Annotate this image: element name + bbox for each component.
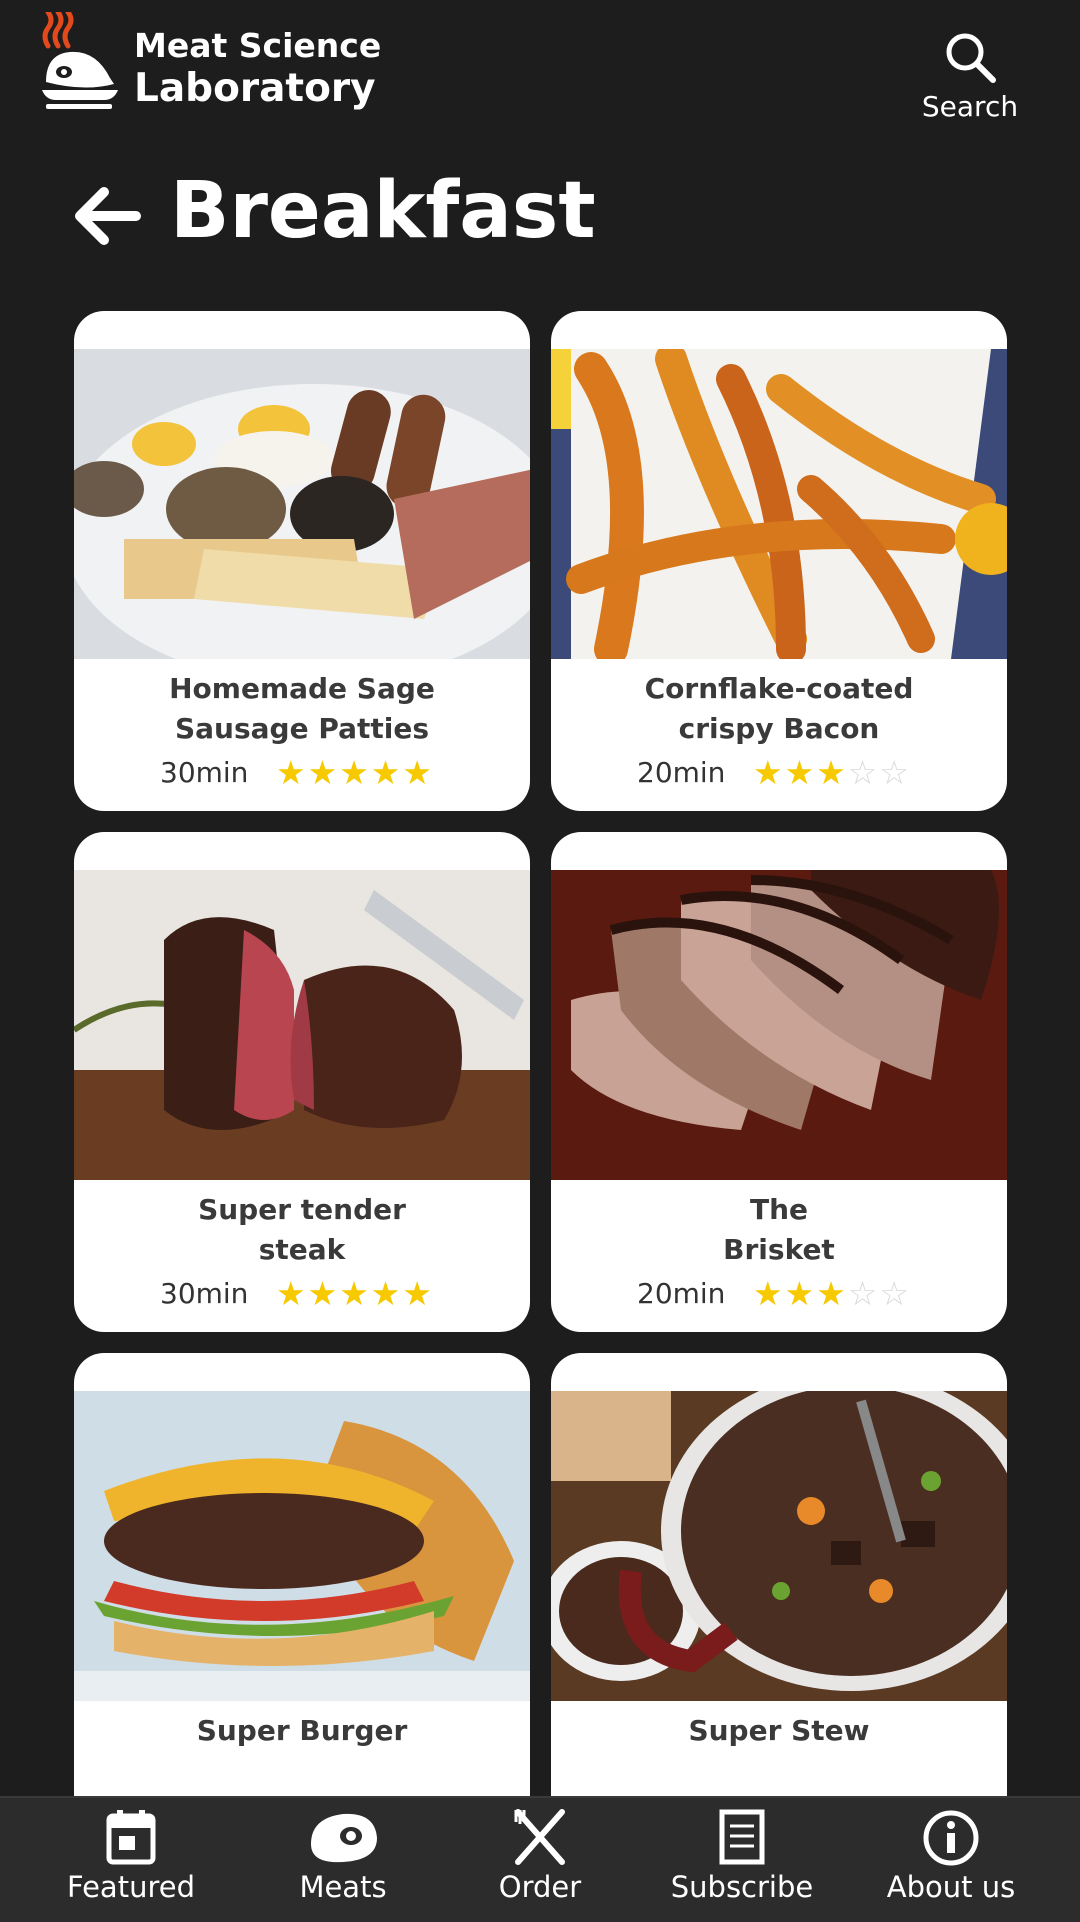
star-icon: ★ [339,1274,371,1313]
meat-logo-icon [42,12,118,109]
recipe-time: 20min [637,756,726,789]
recipe-card-burger[interactable]: Super Burger [74,1353,530,1853]
star-icon: ☆ [847,753,880,792]
recipe-name-line-2: crispy Bacon [678,712,880,745]
bottom-nav: Featured Meats Order Subscribe About us [0,1796,1080,1922]
recipe-card-stew[interactable]: Super Stew [551,1353,1007,1853]
brand-line-1: Meat Science [134,26,382,65]
recipe-time: 20min [637,1277,726,1310]
star-icon: ★ [753,1274,785,1313]
recipe-name-line-2: Brisket [723,1233,835,1266]
star-icon: ★ [339,753,371,792]
document-icon [719,1809,765,1865]
star-icon: ★ [816,753,848,792]
recipe-card-steak[interactable]: Super tender steak 30min ★★★★★ [74,832,530,1332]
star-icon: ★ [402,1274,434,1313]
star-icon: ★ [753,753,785,792]
recipe-card-brisket[interactable]: The Brisket 20min ★★★☆☆ [551,832,1007,1332]
rating-stars: ★★★☆☆ [753,755,911,791]
recipe-name-line-1: Homemade Sage [169,672,435,705]
nav-about[interactable]: About us [846,1808,1056,1904]
recipe-name: The Brisket [571,1190,987,1270]
star-icon: ☆ [847,1274,880,1313]
app-brand: Meat Science Laboratory [134,26,382,112]
app-header: Meat Science Laboratory Search [0,0,1080,150]
nav-label: Subscribe [670,1870,814,1904]
recipe-name: Super Stew [571,1711,987,1751]
recipe-name: Cornflake-coated crispy Bacon [571,669,987,749]
recipe-name-line-1: Super Burger [196,1714,408,1747]
search-button[interactable]: Search [920,30,1020,123]
nav-label: About us [886,1870,1016,1904]
nav-meats[interactable]: Meats [238,1808,448,1904]
info-icon [923,1810,979,1866]
nav-label: Order [498,1870,582,1904]
rating-stars: ★★★★★ [276,1276,434,1312]
recipe-name: Super Burger [94,1711,510,1751]
nav-order[interactable]: Order [435,1808,645,1904]
star-icon: ★ [307,753,340,792]
star-icon: ★ [276,753,308,792]
star-icon: ☆ [879,753,911,792]
star-icon: ☆ [879,1274,911,1313]
recipe-name-line-2: steak [258,1233,346,1266]
utensils-icon [514,1809,565,1865]
recipe-photo [551,1391,1007,1701]
back-arrow-icon[interactable] [70,184,142,248]
nav-label: Meats [299,1870,387,1904]
star-icon: ★ [402,753,434,792]
nav-label: Featured [67,1870,195,1904]
recipe-name: Super tender steak [94,1190,510,1270]
star-icon: ★ [307,1274,340,1313]
recipe-name: Homemade Sage Sausage Patties [94,669,510,749]
meat-icon [311,1813,377,1863]
recipe-time: 30min [160,756,249,789]
recipe-photo [551,349,1007,659]
recipe-name-line-1: Cornflake-coated [644,672,914,705]
recipe-name-line-1: Super tender [198,1193,406,1226]
recipe-card-cornflake-bacon[interactable]: Cornflake-coated crispy Bacon 20min ★★★☆… [551,311,1007,811]
recipe-photo [74,349,530,659]
star-icon: ★ [370,1274,403,1313]
recipe-photo [551,870,1007,1180]
brand-line-2: Laboratory [134,66,376,112]
star-icon: ★ [276,1274,308,1313]
rating-stars: ★★★☆☆ [753,1276,911,1312]
calendar-icon [106,1810,156,1865]
recipe-meta: 30min ★★★★★ [74,1274,530,1314]
recipe-name-line-2: Sausage Patties [174,712,430,745]
nav-featured[interactable]: Featured [26,1808,236,1904]
search-icon [946,33,996,83]
nav-subscribe[interactable]: Subscribe [637,1808,847,1904]
star-icon: ★ [816,1274,848,1313]
recipe-name-line-1: The [749,1193,809,1226]
star-icon: ★ [370,753,403,792]
recipe-card-sausage-patties[interactable]: Homemade Sage Sausage Patties 30min ★★★★… [74,311,530,811]
recipe-time: 30min [160,1277,249,1310]
recipe-meta: 20min ★★★☆☆ [551,753,1007,793]
star-icon: ★ [784,1274,817,1313]
recipe-meta: 30min ★★★★★ [74,753,530,793]
search-label: Search [921,90,1019,123]
recipe-photo [74,1391,530,1701]
recipe-photo [74,870,530,1180]
recipe-meta: 20min ★★★☆☆ [551,1274,1007,1314]
recipe-name-line-1: Super Stew [688,1714,870,1747]
star-icon: ★ [784,753,817,792]
page-title: Breakfast [170,166,596,256]
rating-stars: ★★★★★ [276,755,434,791]
